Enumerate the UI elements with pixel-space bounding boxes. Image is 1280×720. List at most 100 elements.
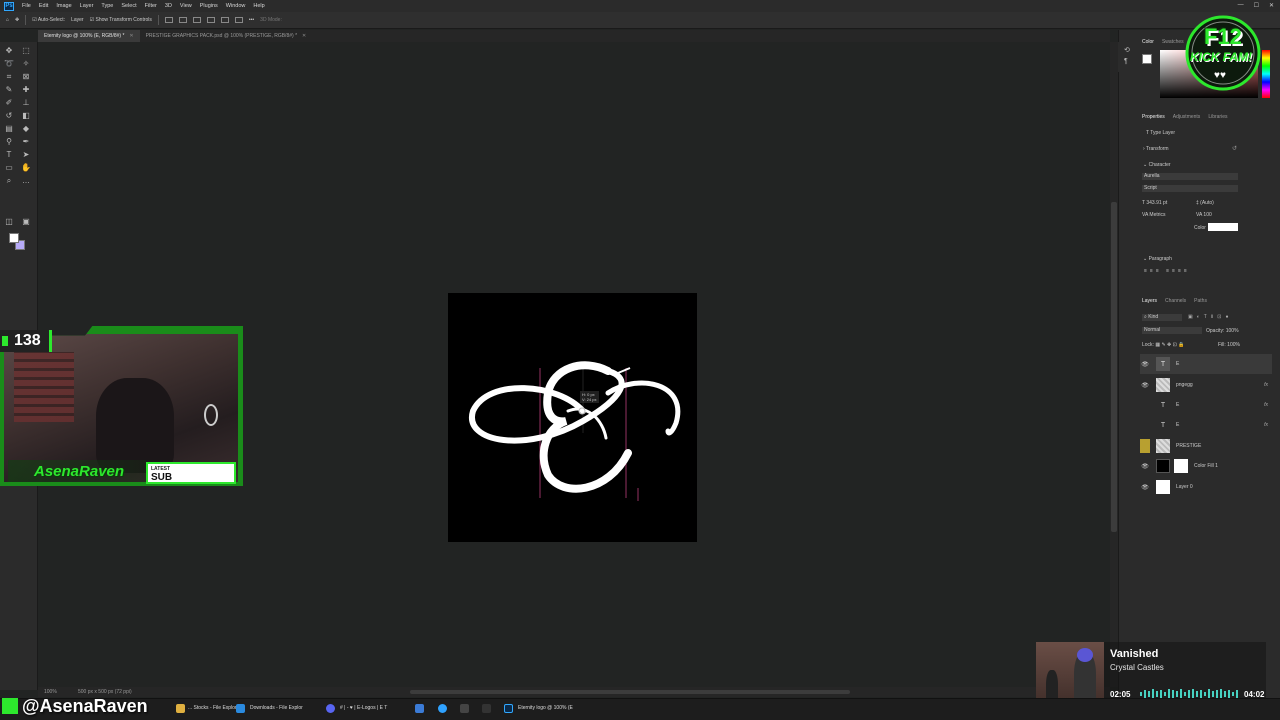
- tab-swatches[interactable]: Swatches: [1162, 39, 1184, 45]
- app-icon[interactable]: [482, 704, 491, 713]
- frame-tool-icon[interactable]: ⊠: [21, 72, 31, 82]
- align-top-icon[interactable]: [206, 17, 215, 23]
- tab-color[interactable]: Color: [1142, 39, 1154, 45]
- tab-libraries[interactable]: Libraries: [1208, 114, 1227, 120]
- hue-slider[interactable]: [1262, 50, 1270, 98]
- menu-layer[interactable]: Layer: [76, 3, 98, 9]
- fill-control[interactable]: Fill: 100%: [1218, 342, 1240, 348]
- taskbar-item-stocks[interactable]: ... Stocks - File Explorer: [188, 705, 241, 711]
- magic-wand-icon[interactable]: ✧: [21, 59, 31, 69]
- paragraph-section[interactable]: ⌄ Paragraph: [1143, 256, 1172, 262]
- tracking-field[interactable]: VA 100: [1196, 212, 1212, 218]
- transform-section[interactable]: › Transform: [1143, 146, 1169, 152]
- menu-type[interactable]: Type: [97, 3, 117, 9]
- character-section[interactable]: ⌄ Character: [1143, 162, 1171, 168]
- layer-fx-badge[interactable]: fx: [1264, 382, 1268, 388]
- layer-filter-icons[interactable]: ▣◐TⅡ⊡●: [1188, 314, 1232, 320]
- layer-row[interactable]: 👁 pngegg fx: [1140, 375, 1272, 395]
- gradient-tool-icon[interactable]: ▤: [4, 124, 14, 134]
- paragraph-align-buttons[interactable]: ≡≡≡ ≡≡≡≡: [1144, 268, 1190, 274]
- minimize-icon[interactable]: —: [1238, 2, 1244, 9]
- taskbar-item-downloads[interactable]: Downloads - File Explor: [250, 705, 303, 711]
- text-color-swatch[interactable]: [1208, 223, 1238, 231]
- visibility-eye-icon[interactable]: 👁: [1140, 484, 1150, 491]
- close-icon[interactable]: ✕: [1269, 2, 1274, 9]
- shape-tool-icon[interactable]: ▭: [4, 163, 14, 173]
- layer-fx-badge[interactable]: fx: [1264, 402, 1268, 408]
- layer-row[interactable]: 👁 T E: [1140, 354, 1272, 374]
- hand-tool-icon[interactable]: ✋: [21, 163, 31, 173]
- layer-row[interactable]: PRESTIGE: [1140, 436, 1272, 456]
- path-select-icon[interactable]: ➤: [21, 150, 31, 160]
- screen-mode-icon[interactable]: ▣: [21, 217, 31, 227]
- opacity-control[interactable]: Opacity: 100%: [1206, 328, 1239, 334]
- reset-icon[interactable]: ↺: [1232, 145, 1237, 152]
- crop-tool-icon[interactable]: ⌗: [4, 72, 14, 82]
- font-style-dropdown[interactable]: Script: [1142, 185, 1238, 192]
- align-left-icon[interactable]: [164, 17, 173, 23]
- layer-fx-badge[interactable]: fx: [1264, 422, 1268, 428]
- menu-filter[interactable]: Filter: [141, 3, 161, 9]
- visibility-eye-icon[interactable]: 👁: [1140, 463, 1150, 470]
- foreground-color-swatch[interactable]: [9, 233, 19, 243]
- color-fg-swatch[interactable]: [1142, 54, 1152, 64]
- eraser-icon[interactable]: ◧: [21, 111, 31, 121]
- paragraph-style-icon[interactable]: ¶: [1124, 58, 1128, 65]
- type-tool-icon[interactable]: T: [4, 150, 14, 160]
- taskbar-item-discord[interactable]: # | - ♥ | E-Logos | E T: [340, 705, 387, 711]
- layer-row[interactable]: 👁 Color Fill 1: [1140, 456, 1272, 476]
- home-icon[interactable]: ⌂: [6, 17, 9, 23]
- menu-edit[interactable]: Edit: [35, 3, 52, 9]
- lock-controls[interactable]: Lock: ▦ ✎ ✥ ⊡ 🔒: [1142, 342, 1184, 348]
- blend-mode-dropdown[interactable]: Normal: [1142, 327, 1202, 334]
- blur-tool-icon[interactable]: ◆: [21, 124, 31, 134]
- close-tab-icon[interactable]: ✕: [302, 33, 306, 39]
- dodge-tool-icon[interactable]: ⚲: [4, 137, 14, 147]
- align-center-icon[interactable]: [178, 17, 187, 23]
- scroll-thumb[interactable]: [1111, 202, 1117, 532]
- tab-paths[interactable]: Paths: [1194, 298, 1207, 304]
- app-icon[interactable]: [460, 704, 469, 713]
- tab-properties[interactable]: Properties: [1142, 114, 1165, 120]
- visibility-eye-icon[interactable]: 👁: [1140, 361, 1150, 368]
- auto-select-checkbox[interactable]: ☑ Auto-Select:: [32, 17, 65, 23]
- visibility-eye-icon[interactable]: 👁: [1140, 382, 1150, 389]
- menu-select[interactable]: Select: [117, 3, 140, 9]
- layer-row[interactable]: T E fx: [1140, 415, 1272, 435]
- stamp-tool-icon[interactable]: ⊥: [21, 98, 31, 108]
- horizontal-scrollbar[interactable]: [410, 690, 850, 694]
- healing-brush-icon[interactable]: ✚: [21, 85, 31, 95]
- align-right-icon[interactable]: [192, 17, 201, 23]
- menu-help[interactable]: Help: [249, 3, 268, 9]
- move-tool-icon[interactable]: ✥: [4, 46, 14, 56]
- menu-view[interactable]: View: [176, 3, 196, 9]
- taskbar-item-photoshop[interactable]: Eternity logo @ 100% (E: [518, 705, 573, 711]
- history-brush-icon[interactable]: ↺: [4, 111, 14, 121]
- kerning-field[interactable]: VA Metrics: [1142, 212, 1166, 218]
- photoshop-taskbar-icon[interactable]: [504, 704, 513, 713]
- zoom-tool-icon[interactable]: ⌕: [4, 176, 14, 186]
- close-tab-icon[interactable]: ✕: [129, 33, 133, 39]
- menu-plugins[interactable]: Plugins: [196, 3, 222, 9]
- marquee-tool-icon[interactable]: ⬚: [21, 46, 31, 56]
- lasso-tool-icon[interactable]: ➰: [4, 59, 14, 69]
- menu-window[interactable]: Window: [222, 3, 250, 9]
- menu-image[interactable]: Image: [52, 3, 75, 9]
- document-canvas[interactable]: H: 0 px V: 24 px: [448, 293, 697, 542]
- maximize-icon[interactable]: ☐: [1254, 2, 1259, 9]
- more-options-icon[interactable]: •••: [249, 17, 254, 23]
- leading-field[interactable]: ‡ (Auto): [1196, 200, 1214, 206]
- downloads-icon[interactable]: [236, 704, 245, 713]
- tab-eternity-logo[interactable]: Eternity logo @ 100% (E, RGB/8#) * ✕: [38, 30, 140, 42]
- folder-color-tag[interactable]: [1140, 439, 1150, 453]
- steam-icon[interactable]: [415, 704, 424, 713]
- history-icon[interactable]: ⟲: [1124, 46, 1130, 54]
- layer-row[interactable]: T E fx: [1140, 395, 1272, 415]
- tab-channels[interactable]: Channels: [1165, 298, 1186, 304]
- layer-filter-dropdown[interactable]: ⌕ Kind: [1142, 314, 1182, 321]
- eyedropper-icon[interactable]: ✎: [4, 85, 14, 95]
- font-family-dropdown[interactable]: Aurella: [1142, 173, 1238, 180]
- move-tool-icon[interactable]: ✥: [15, 17, 19, 23]
- vertical-scrollbar[interactable]: [1110, 42, 1118, 687]
- layer-row[interactable]: 👁 Layer 0: [1140, 477, 1272, 497]
